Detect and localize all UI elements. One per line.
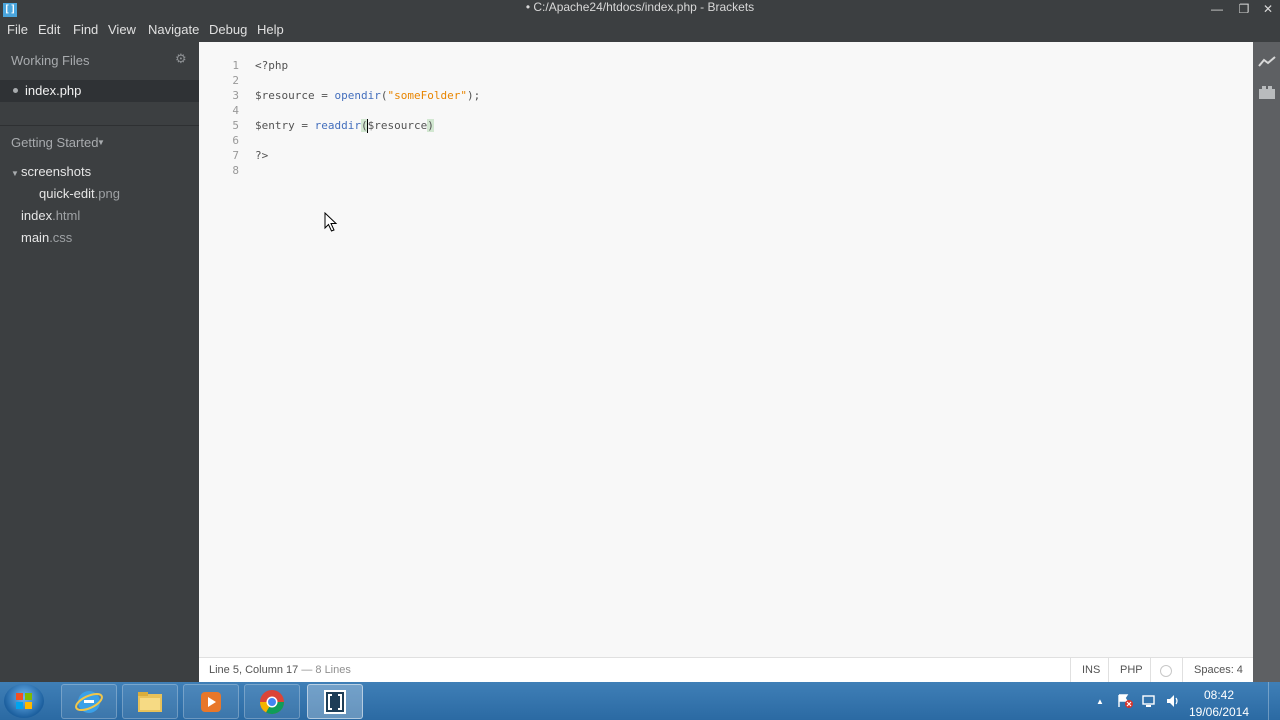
insert-mode-toggle[interactable]: INS (1082, 664, 1100, 676)
chrome-icon (260, 690, 284, 715)
code-token: $entry (255, 119, 295, 132)
menu-help[interactable]: Help (257, 22, 284, 37)
code-token: readdir (314, 119, 361, 132)
tree-item-ext: .png (94, 186, 120, 201)
language-selector[interactable]: PHP (1120, 664, 1143, 676)
code-token: = (314, 89, 335, 102)
code-token: "someFolder" (387, 89, 467, 102)
tray-expand-icon[interactable]: ▲ (1096, 697, 1104, 706)
line-number: 3 (232, 89, 239, 102)
menu-navigate[interactable]: Navigate (148, 22, 199, 37)
sidebar-divider (0, 125, 199, 126)
code-token: $resource (367, 119, 428, 132)
code-token: opendir (334, 89, 381, 102)
matched-bracket: ) (427, 119, 434, 132)
folder-expand-icon[interactable]: ▼ (11, 169, 19, 178)
code-line-7[interactable]: ?> (255, 148, 268, 163)
code-line-1[interactable]: <?php (255, 58, 288, 73)
volume-icon[interactable] (1165, 693, 1181, 709)
cursor-position-text: Line 5, Column 17 (209, 664, 299, 676)
gear-icon[interactable]: ⚙ (175, 51, 187, 67)
brackets-icon (324, 690, 346, 714)
working-file-item[interactable]: index.php (25, 83, 81, 98)
maximize-button[interactable]: ❐ (1232, 2, 1256, 18)
status-divider (1150, 658, 1151, 683)
indent-settings[interactable]: Spaces: 4 (1194, 664, 1243, 676)
taskbar-internet-explorer[interactable] (61, 684, 117, 719)
network-icon[interactable] (1141, 693, 1157, 709)
line-number: 8 (232, 164, 239, 177)
tree-item-base: index (21, 208, 53, 223)
status-bar: Line 5, Column 17 — 8 Lines INS PHP Spac… (199, 657, 1253, 683)
line-number: 2 (232, 74, 239, 87)
windows-flag-icon (16, 693, 32, 709)
taskbar-file-explorer[interactable] (122, 684, 178, 719)
tree-item-ext: .css (49, 230, 73, 245)
extension-manager-icon[interactable] (1258, 84, 1276, 100)
minimize-button[interactable]: — (1205, 2, 1229, 18)
status-divider (1070, 658, 1071, 683)
taskbar: ▲ 08:42 19/06/2014 (0, 682, 1280, 720)
code-token: ?> (255, 149, 269, 162)
menu-view[interactable]: View (108, 22, 136, 37)
taskbar-chrome[interactable] (244, 684, 300, 719)
window-title: • C:/Apache24/htdocs/index.php - Bracket… (525, 0, 755, 14)
clock-date[interactable]: 19/06/2014 (1186, 705, 1252, 719)
tree-item-base: quick-edit (39, 186, 95, 201)
taskbar-brackets[interactable] (307, 684, 363, 719)
tree-item-ext: .html (52, 208, 81, 223)
title-bar: [] • C:/Apache24/htdocs/index.php - Brac… (0, 0, 1280, 18)
tree-file-quick-edit[interactable]: quick-edit.png (39, 186, 120, 201)
unsaved-dot-icon (13, 88, 18, 93)
media-player-icon (201, 692, 221, 712)
tree-folder-screenshots[interactable]: screenshots (21, 164, 91, 179)
cursor-position: Line 5, Column 17 — 8 Lines (209, 664, 351, 676)
action-center-flag-icon[interactable] (1116, 693, 1134, 709)
line-number: 5 (232, 119, 239, 132)
tree-item-base: main (21, 230, 50, 245)
line-number: 1 (232, 59, 239, 72)
lint-status-icon[interactable] (1160, 665, 1172, 677)
internet-explorer-icon (75, 691, 103, 713)
close-button[interactable]: ✕ (1256, 2, 1280, 18)
mouse-pointer-icon (324, 212, 338, 232)
tree-item-base: screenshots (21, 164, 92, 179)
menu-bar: File Edit Find View Navigate Debug Help (0, 18, 1280, 42)
code-token: ); (466, 89, 481, 102)
sidebar: Working Files ⚙ index.php Getting Starte… (0, 42, 208, 682)
folder-icon (138, 692, 162, 712)
project-dropdown-caret-icon[interactable]: ▼ (97, 138, 105, 147)
menu-file[interactable]: File (7, 22, 28, 37)
code-line-5[interactable]: $entry = readdir($resource) (255, 118, 434, 133)
code-editor[interactable]: 1 2 3 4 5 6 7 8 <?php $resource = opendi… (199, 42, 1253, 657)
line-number: 6 (232, 134, 239, 147)
right-toolbar (1253, 42, 1280, 682)
live-preview-icon[interactable] (1258, 54, 1276, 70)
code-token: <?php (255, 59, 289, 72)
menu-find[interactable]: Find (73, 22, 98, 37)
project-title[interactable]: Getting Started (11, 135, 98, 150)
line-number: 4 (232, 104, 239, 117)
tree-file-main-css[interactable]: main.css (21, 230, 72, 245)
text-caret (367, 119, 368, 133)
line-number: 7 (232, 149, 239, 162)
show-desktop-button[interactable] (1268, 682, 1280, 720)
code-token: $resource (255, 89, 315, 102)
line-count: — 8 Lines (298, 664, 351, 676)
clock-time[interactable]: 08:42 (1186, 688, 1252, 702)
menu-debug[interactable]: Debug (209, 22, 247, 37)
code-token: = (294, 119, 315, 132)
start-orb-icon[interactable] (4, 684, 44, 718)
status-divider (1182, 658, 1183, 683)
code-line-3[interactable]: $resource = opendir("someFolder"); (255, 88, 480, 103)
taskbar-media-player[interactable] (183, 684, 239, 719)
menu-edit[interactable]: Edit (38, 22, 60, 37)
working-files-title: Working Files (11, 53, 90, 68)
status-divider (1108, 658, 1109, 683)
tree-file-index-html[interactable]: index.html (21, 208, 80, 223)
